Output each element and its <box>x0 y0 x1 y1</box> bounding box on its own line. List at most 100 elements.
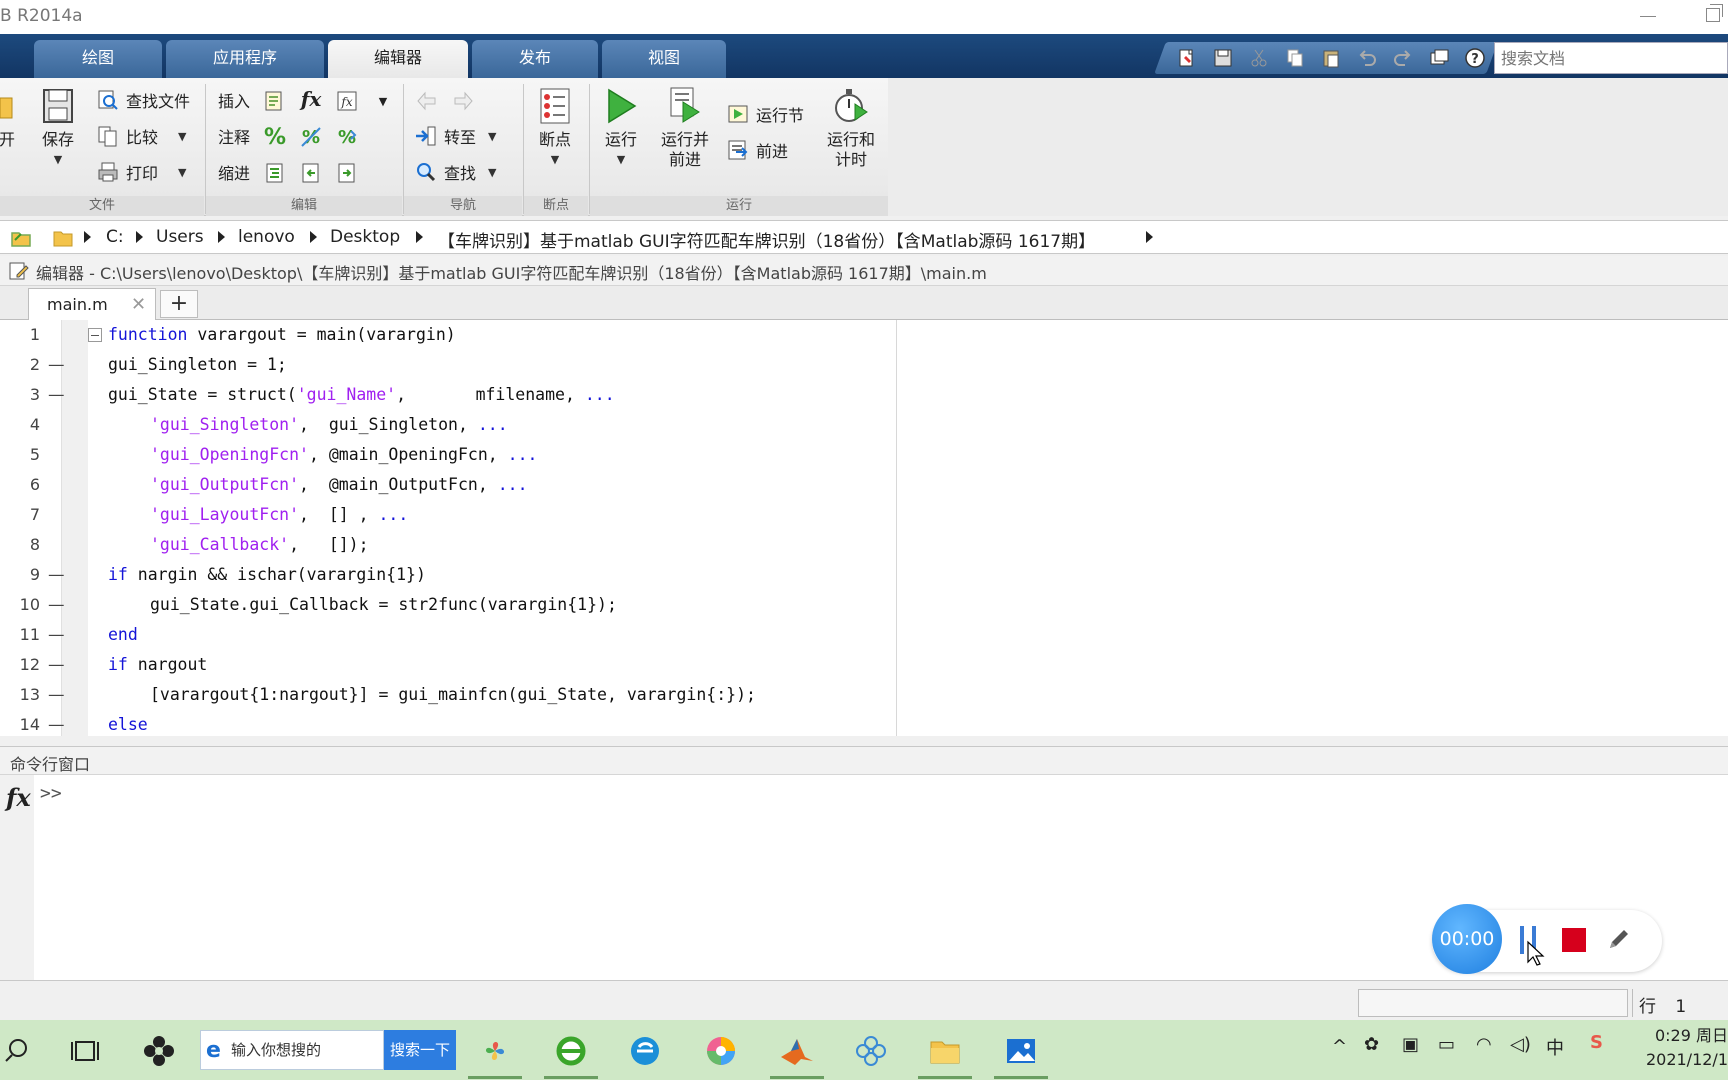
insert-function-icon[interactable]: fx <box>298 86 324 112</box>
tray-pinwheel-icon[interactable]: ✿ <box>1364 1034 1379 1055</box>
run-and-time-button[interactable]: 运行和 计时 <box>822 86 880 170</box>
tab-editor[interactable]: 编辑器 <box>328 40 468 78</box>
code-line[interactable]: 13 — [varargout{1:nargout}] = gui_mainfcn(… <box>0 680 1728 710</box>
code-line[interactable]: 14 — else <box>0 710 1728 736</box>
insert-formula-icon[interactable]: fx <box>334 88 360 114</box>
pinwheel-app-icon[interactable] <box>138 1030 180 1072</box>
tray-app-icon[interactable]: ▣ <box>1402 1034 1419 1055</box>
undo-icon[interactable] <box>1352 44 1382 72</box>
smart-indent-icon[interactable] <box>262 160 288 186</box>
cut-icon[interactable] <box>1244 44 1274 72</box>
breadcrumb-arrow-icon[interactable] <box>136 231 143 243</box>
breadcrumb-arrow-icon[interactable] <box>416 231 423 243</box>
code-line[interactable]: 1 function varargout = main(varargin) <box>0 320 1728 350</box>
search-docs-input[interactable] <box>1494 42 1728 74</box>
tray-expand-icon[interactable]: ^ <box>1332 1036 1347 1057</box>
wrap-comments-icon[interactable]: % <box>334 124 360 150</box>
breadcrumb-arrow-icon[interactable] <box>310 231 317 243</box>
search-icon[interactable] <box>0 1030 42 1072</box>
code-editor[interactable]: 1 function varargout = main(varargin) 2 — gu… <box>0 320 1728 736</box>
help-icon[interactable]: ? <box>1460 44 1490 72</box>
switch-windows-icon[interactable] <box>1424 44 1454 72</box>
breadcrumb-arrow-icon[interactable] <box>218 231 225 243</box>
code-line[interactable]: 3 — gui_State = struct('gui_Name', mfilena… <box>0 380 1728 410</box>
stop-icon[interactable] <box>1562 928 1586 952</box>
code-line[interactable]: 2 — gui_Singleton = 1; <box>0 350 1728 380</box>
breakpoints-button[interactable]: 断点 ▼ <box>530 86 580 170</box>
browse-folder-icon[interactable] <box>8 225 34 251</box>
photos-icon[interactable] <box>1000 1030 1042 1072</box>
fold-toggle-icon[interactable] <box>88 328 102 342</box>
input-method-label[interactable]: 中 <box>1546 1034 1564 1060</box>
breadcrumb-drive[interactable]: C: <box>106 227 124 247</box>
code-line[interactable]: 6 'gui_OutputFcn', @main_OutputFcn, ... <box>0 470 1728 500</box>
code-line[interactable]: 9 — if nargin && ischar(varargin{1}) <box>0 560 1728 590</box>
taskbar-search-button[interactable]: 搜索一下 <box>384 1030 456 1070</box>
tab-view[interactable]: 视图 <box>602 40 726 78</box>
pinwheel-color-icon[interactable] <box>474 1030 516 1072</box>
executable-line-marker[interactable]: — <box>48 710 65 736</box>
minimize-icon[interactable] <box>1640 6 1656 22</box>
task-view-icon[interactable] <box>64 1030 106 1072</box>
matlab-icon[interactable] <box>776 1030 818 1072</box>
breadcrumb-arrow-icon[interactable] <box>1146 231 1153 243</box>
executable-line-marker[interactable]: — <box>48 680 65 710</box>
chevron-down-icon[interactable]: ▼ <box>370 88 396 114</box>
decrease-indent-icon[interactable] <box>298 160 324 186</box>
tab-publish[interactable]: 发布 <box>472 40 598 78</box>
taskbar-search-input[interactable]: 输入你想搜的 <box>200 1030 384 1070</box>
breadcrumb-desktop[interactable]: Desktop <box>330 227 400 247</box>
back-icon[interactable] <box>414 88 440 114</box>
close-icon[interactable]: ✕ <box>131 294 146 315</box>
open-button[interactable]: 开 <box>0 86 15 150</box>
sogou-icon[interactable]: S <box>1590 1032 1603 1053</box>
insert-section-icon[interactable] <box>262 88 288 114</box>
file-explorer-icon[interactable] <box>924 1030 966 1072</box>
executable-line-marker[interactable]: — <box>48 650 65 680</box>
run-and-advance-button[interactable]: 运行并 前进 <box>656 86 714 170</box>
color-wheel-app-icon[interactable] <box>700 1030 742 1072</box>
restore-icon[interactable] <box>1706 4 1723 22</box>
redo-icon[interactable] <box>1388 44 1418 72</box>
save-button[interactable]: 保存 ▼ <box>34 86 82 170</box>
executable-line-marker[interactable]: — <box>48 620 65 650</box>
new-icon[interactable] <box>1172 44 1202 72</box>
code-line[interactable]: 7 'gui_LayoutFcn', [] , ... <box>0 500 1728 530</box>
ie-browser-icon[interactable] <box>550 1030 592 1072</box>
advance-button[interactable]: 前进 <box>726 138 788 162</box>
volume-icon[interactable]: ◁) <box>1510 1034 1531 1055</box>
forward-icon[interactable] <box>450 88 476 114</box>
breadcrumb-arrow-icon[interactable] <box>84 231 91 243</box>
code-line[interactable]: 5 'gui_OpeningFcn', @main_OpeningFcn, ... <box>0 440 1728 470</box>
pen-icon[interactable] <box>1604 924 1634 954</box>
code-line[interactable]: 8 'gui_Callback', []); <box>0 530 1728 560</box>
executable-line-marker[interactable]: — <box>48 590 65 620</box>
executable-line-marker[interactable]: — <box>48 350 65 380</box>
new-tab-button[interactable]: + <box>160 290 198 318</box>
compare-button[interactable]: 比较 ▼ <box>96 124 186 148</box>
code-line[interactable]: 4 'gui_Singleton', gui_Singleton, ... <box>0 410 1728 440</box>
pinwheel-outline-icon[interactable] <box>850 1030 892 1072</box>
function-browser-icon[interactable]: fx <box>6 783 31 812</box>
goto-button[interactable]: 转至 ▼ <box>414 124 496 148</box>
increase-indent-icon[interactable] <box>334 160 360 186</box>
executable-line-marker[interactable]: — <box>48 560 65 590</box>
breadcrumb-project-folder[interactable]: 【车牌识别】基于matlab GUI字符匹配车牌识别（18省份）【含Matlab… <box>438 227 1095 252</box>
paste-icon[interactable] <box>1316 44 1346 72</box>
tab-plots[interactable]: 绘图 <box>34 40 162 78</box>
comment-percent-icon[interactable]: % <box>262 124 288 150</box>
battery-icon[interactable]: ▭ <box>1438 1034 1455 1055</box>
tab-apps[interactable]: 应用程序 <box>166 40 324 78</box>
find-files-button[interactable]: 查找文件 <box>96 88 190 112</box>
code-line[interactable]: 12 — if nargout <box>0 650 1728 680</box>
code-line[interactable]: 10 — gui_State.gui_Callback = str2func(var… <box>0 590 1728 620</box>
code-line[interactable]: 11 — end <box>0 620 1728 650</box>
run-button[interactable]: 运行 ▼ <box>598 86 644 170</box>
tab-main-m[interactable]: main.m ✕ <box>28 288 156 320</box>
wifi-icon[interactable]: ◠ <box>1476 1034 1492 1055</box>
breadcrumb-users[interactable]: Users <box>156 227 204 247</box>
uncomment-icon[interactable]: % <box>298 124 324 150</box>
copy-icon[interactable] <box>1280 44 1310 72</box>
run-section-button[interactable]: 运行节 <box>726 102 804 126</box>
edge-browser-icon[interactable] <box>624 1030 666 1072</box>
